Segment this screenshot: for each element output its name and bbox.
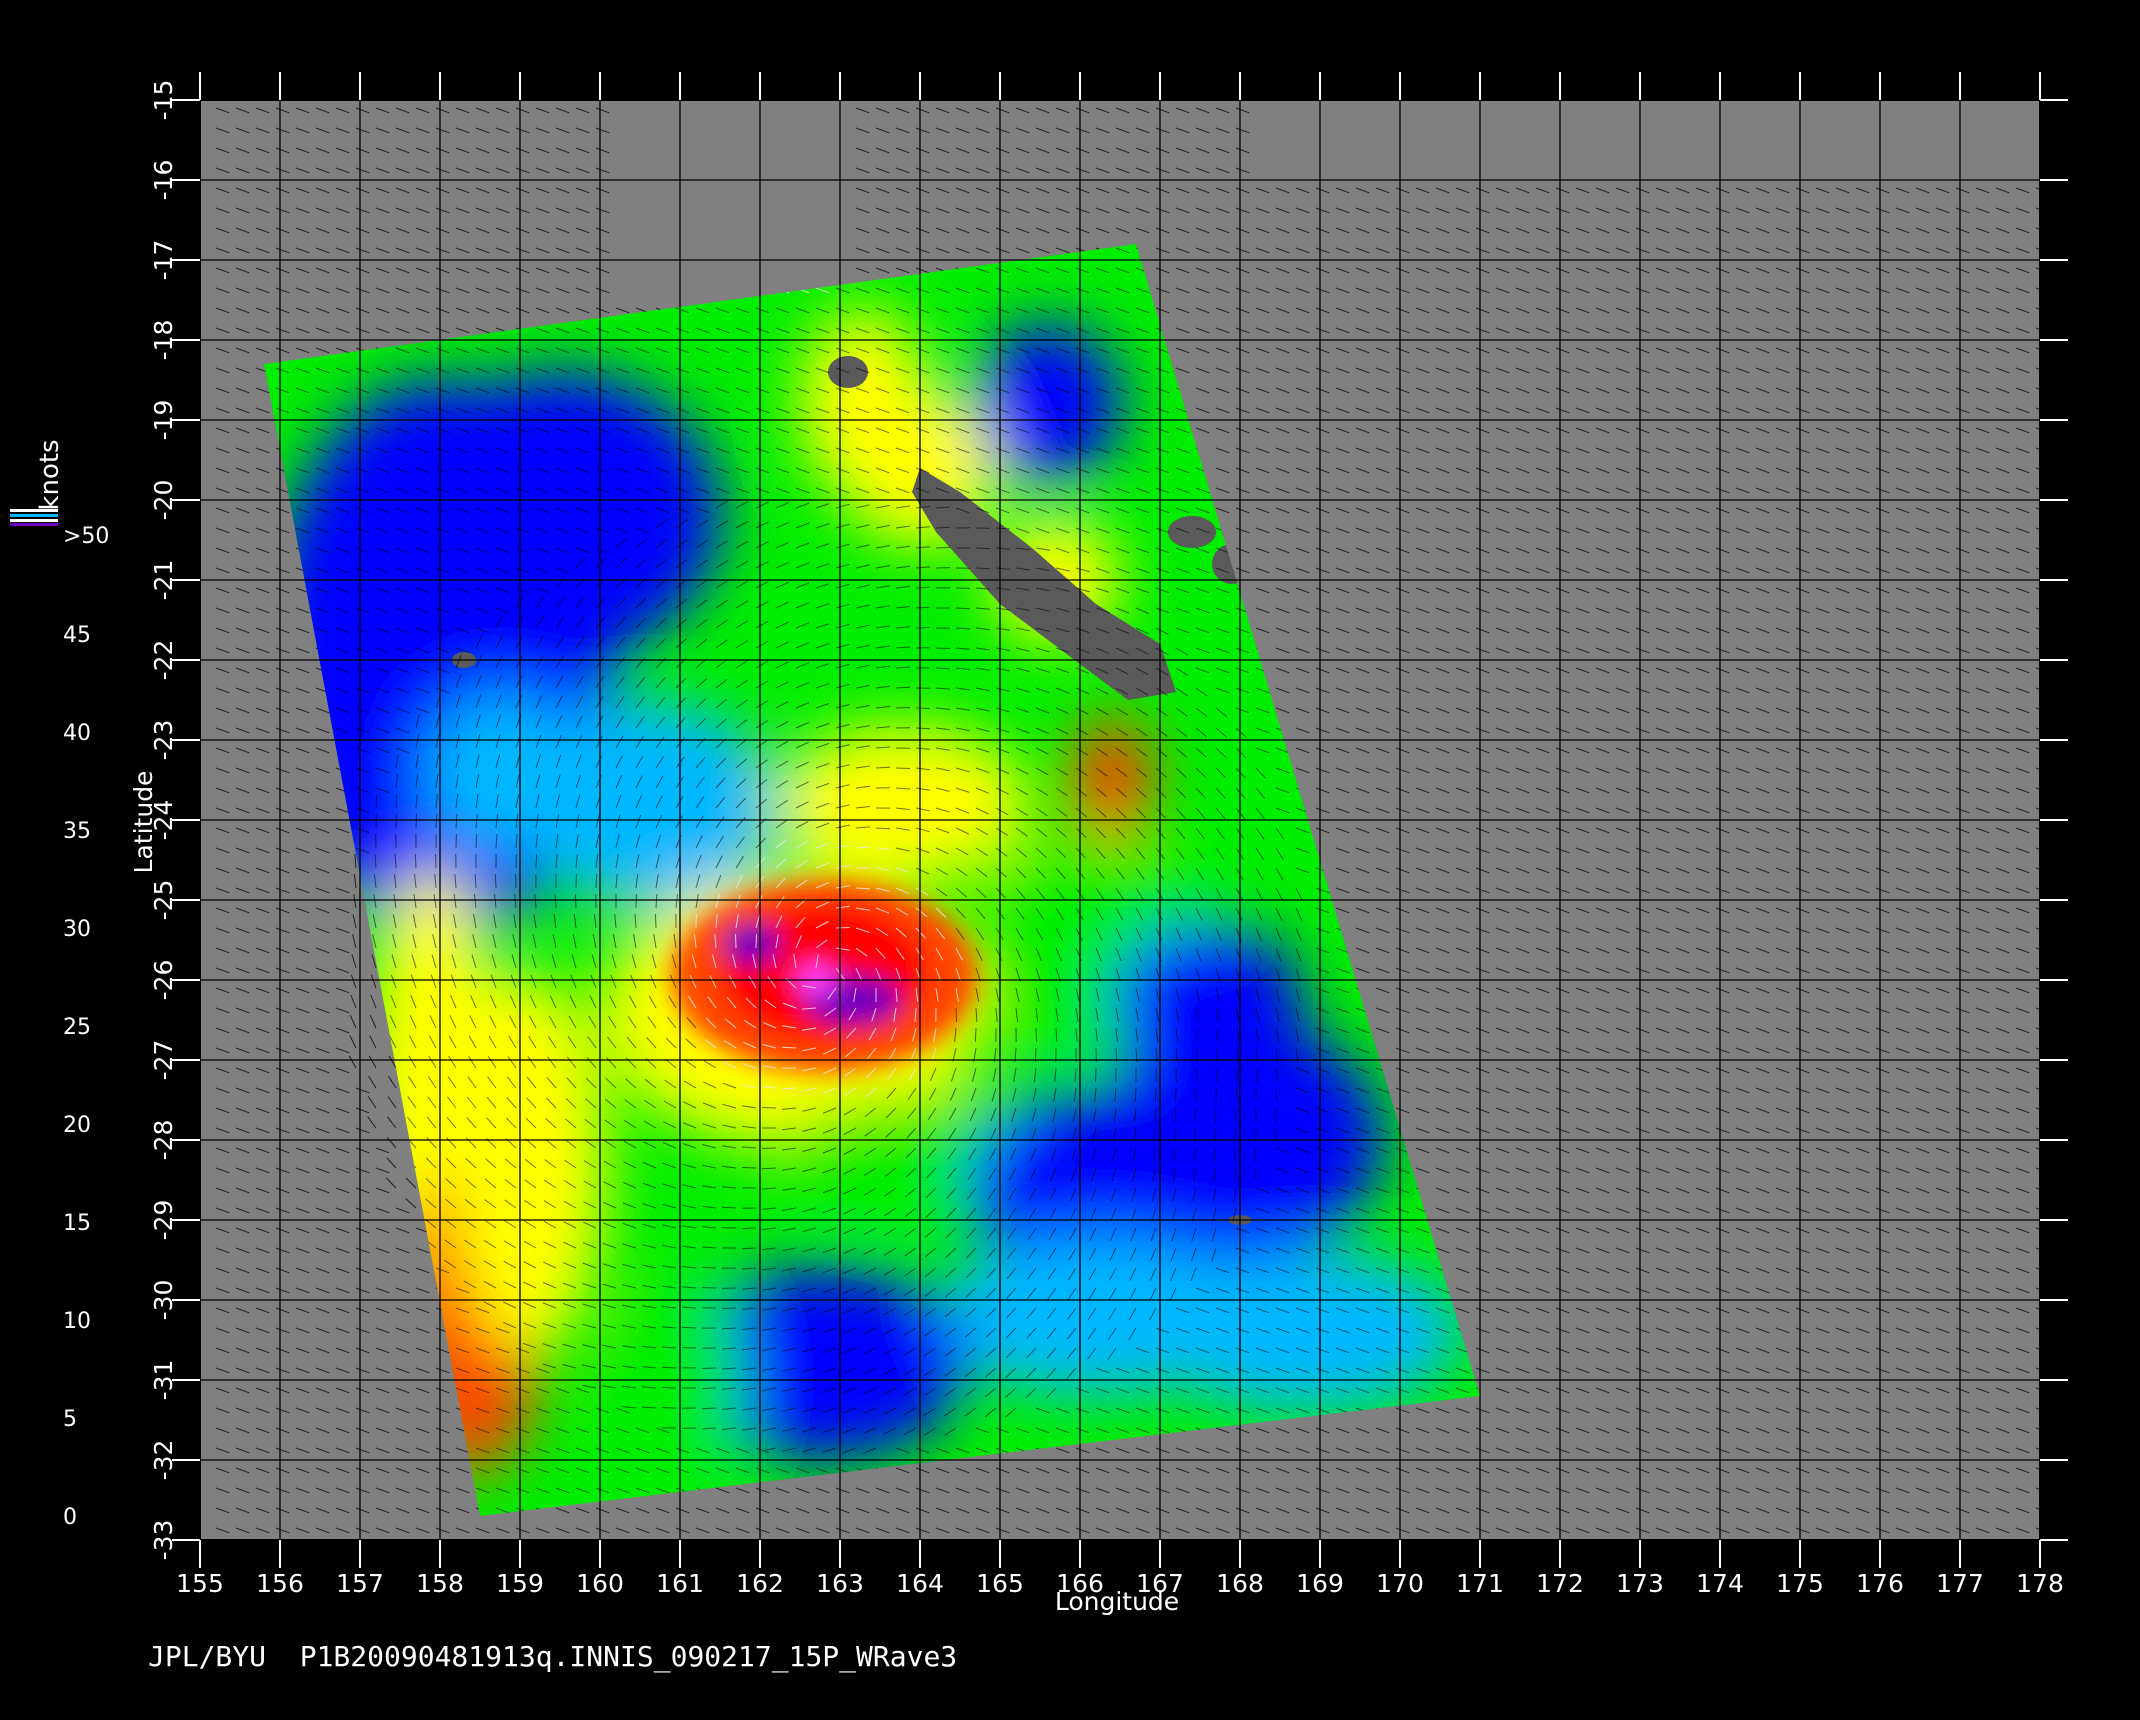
x-tick-label: 176 xyxy=(1856,1569,1904,1598)
x-tick-label: 157 xyxy=(336,1569,384,1598)
y-tick-label: -29 xyxy=(149,1200,178,1241)
x-tick-label: 161 xyxy=(656,1569,704,1598)
y-tick-label: -21 xyxy=(149,560,178,601)
y-tick-label: -32 xyxy=(149,1440,178,1481)
x-tick-label: 172 xyxy=(1536,1569,1584,1598)
colorbar-tick-label: 15 xyxy=(63,1211,91,1236)
x-tick-label: 163 xyxy=(816,1569,864,1598)
colorbar-tick-label: 20 xyxy=(63,1113,91,1138)
storm-core xyxy=(724,924,780,964)
colorbar: 0 5 10 15 20 25 30 35 40 45 >50 xyxy=(10,509,109,1530)
colorbar-tick-label: >50 xyxy=(63,524,109,549)
y-tick-label: -31 xyxy=(149,1360,178,1401)
speed-region xyxy=(400,372,720,660)
footer-caption: JPL/BYU P1B20090481913q.INNIS_090217_15P… xyxy=(148,1640,958,1673)
x-tick-label: 164 xyxy=(896,1569,944,1598)
x-tick-label: 160 xyxy=(576,1569,624,1598)
x-axis-title: Longitude xyxy=(1055,1587,1179,1616)
y-tick-label: -27 xyxy=(149,1040,178,1081)
colorbar-tick-label: 45 xyxy=(63,623,91,648)
colorbar-tick-label: 30 xyxy=(63,917,91,942)
x-tick-label: 169 xyxy=(1296,1569,1344,1598)
colorbar-tick-label: 35 xyxy=(63,819,91,844)
y-tick-label: -23 xyxy=(149,720,178,761)
colorbar-tick-label: 5 xyxy=(63,1407,77,1432)
y-tick-label: -26 xyxy=(149,960,178,1001)
y-tick-label: -33 xyxy=(149,1520,178,1561)
speed-region xyxy=(1072,716,1152,844)
y-tick-label: -22 xyxy=(149,640,178,681)
x-tick-label: 159 xyxy=(496,1569,544,1598)
y-tick-label: -15 xyxy=(149,80,178,121)
x-tick-label: 177 xyxy=(1936,1569,1984,1598)
y-tick-label: -25 xyxy=(149,880,178,921)
y-tick-label: -16 xyxy=(149,160,178,201)
colorbar-overflow-stripe xyxy=(10,523,58,526)
y-tick-label: -17 xyxy=(149,240,178,281)
y-tick-label: -19 xyxy=(149,400,178,441)
colorbar-overflow-stripe xyxy=(10,519,58,522)
x-tick-label: 168 xyxy=(1216,1569,1264,1598)
x-tick-label: 170 xyxy=(1376,1569,1424,1598)
x-tick-label: 156 xyxy=(256,1569,304,1598)
x-tick-label: 155 xyxy=(176,1569,224,1598)
wind-map-plot: 155 156 157 158 159 160 161 162 163 164 165 166 167 1… xyxy=(10,72,2068,1616)
x-tick-label: 158 xyxy=(416,1569,464,1598)
colorbar-tick-label: 40 xyxy=(63,721,91,746)
y-tick-label: -20 xyxy=(149,480,178,521)
x-tick-label: 175 xyxy=(1776,1569,1824,1598)
x-tick-label: 162 xyxy=(736,1569,784,1598)
colorbar-tick-label: 0 xyxy=(63,1505,77,1530)
x-tick-label: 174 xyxy=(1696,1569,1744,1598)
y-tick-label: -18 xyxy=(149,320,178,361)
speed-region xyxy=(424,692,584,852)
y-axis-title: Latitude xyxy=(129,771,158,874)
colorbar-overflow-stripe xyxy=(10,514,58,517)
x-tick-label: 173 xyxy=(1616,1569,1664,1598)
x-tick-label: 165 xyxy=(976,1569,1024,1598)
x-tick-label: 171 xyxy=(1456,1569,1504,1598)
island xyxy=(1168,516,1216,548)
speed-region xyxy=(976,324,1120,484)
x-tick-label: 178 xyxy=(2016,1569,2064,1598)
y-tick-label: -30 xyxy=(149,1280,178,1321)
colorbar-tick-label: 25 xyxy=(63,1015,91,1040)
colorbar-label: knots xyxy=(35,439,65,510)
colorbar-tick-label: 10 xyxy=(63,1309,91,1334)
y-tick-label: -28 xyxy=(149,1120,178,1161)
